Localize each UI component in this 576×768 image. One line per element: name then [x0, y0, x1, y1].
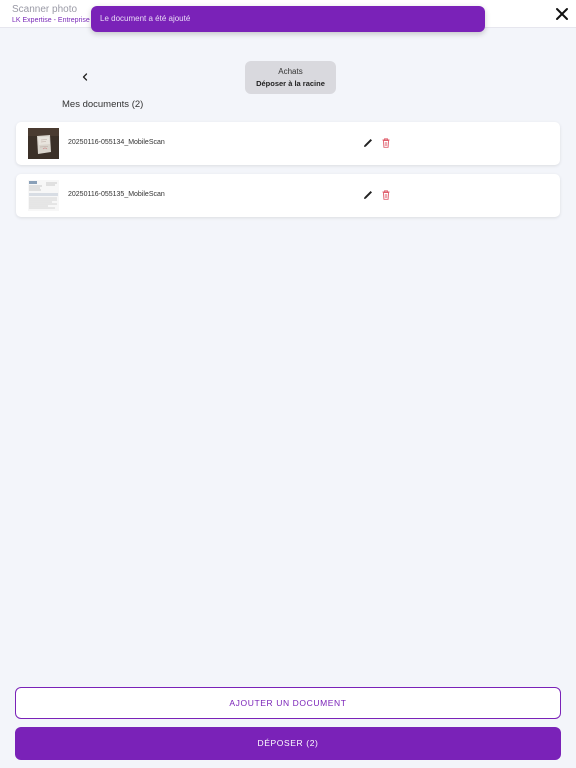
document-item[interactable]: 20250116-055135_MobileScan — [16, 174, 560, 217]
add-document-button[interactable]: AJOUTER UN DOCUMENT — [15, 687, 561, 719]
close-icon — [556, 8, 568, 20]
document-thumbnail — [28, 180, 59, 211]
edit-button[interactable] — [362, 136, 374, 148]
folder-action-label: Déposer à la racine — [256, 79, 325, 88]
document-name: 20250116-055134_MobileScan — [68, 139, 165, 146]
app-title: Scanner photo — [12, 4, 78, 15]
close-button[interactable] — [554, 6, 570, 22]
document-thumbnail — [28, 128, 59, 159]
submit-button[interactable]: DÉPOSER (2) — [15, 727, 561, 760]
document-item[interactable]: 20250116-055134_MobileScan — [16, 122, 560, 165]
pencil-icon — [364, 139, 372, 147]
chevron-left-icon — [82, 73, 88, 81]
company-subtitle[interactable]: LK Expertise - Entreprise — [12, 17, 90, 24]
delete-button[interactable] — [380, 136, 392, 148]
back-button[interactable] — [78, 70, 92, 84]
toast-notification: Le document a été ajouté — [91, 6, 485, 32]
pencil-icon — [364, 191, 372, 199]
document-name: 20250116-055135_MobileScan — [68, 191, 165, 198]
documents-section-title: Mes documents (2) — [62, 99, 144, 110]
folder-selector[interactable]: Achats Déposer à la racine — [245, 61, 336, 94]
toast-message: Le document a été ajouté — [100, 14, 191, 23]
delete-button[interactable] — [380, 188, 392, 200]
trash-icon — [382, 190, 390, 200]
folder-name: Achats — [278, 67, 303, 76]
edit-button[interactable] — [362, 188, 374, 200]
trash-icon — [382, 138, 390, 148]
